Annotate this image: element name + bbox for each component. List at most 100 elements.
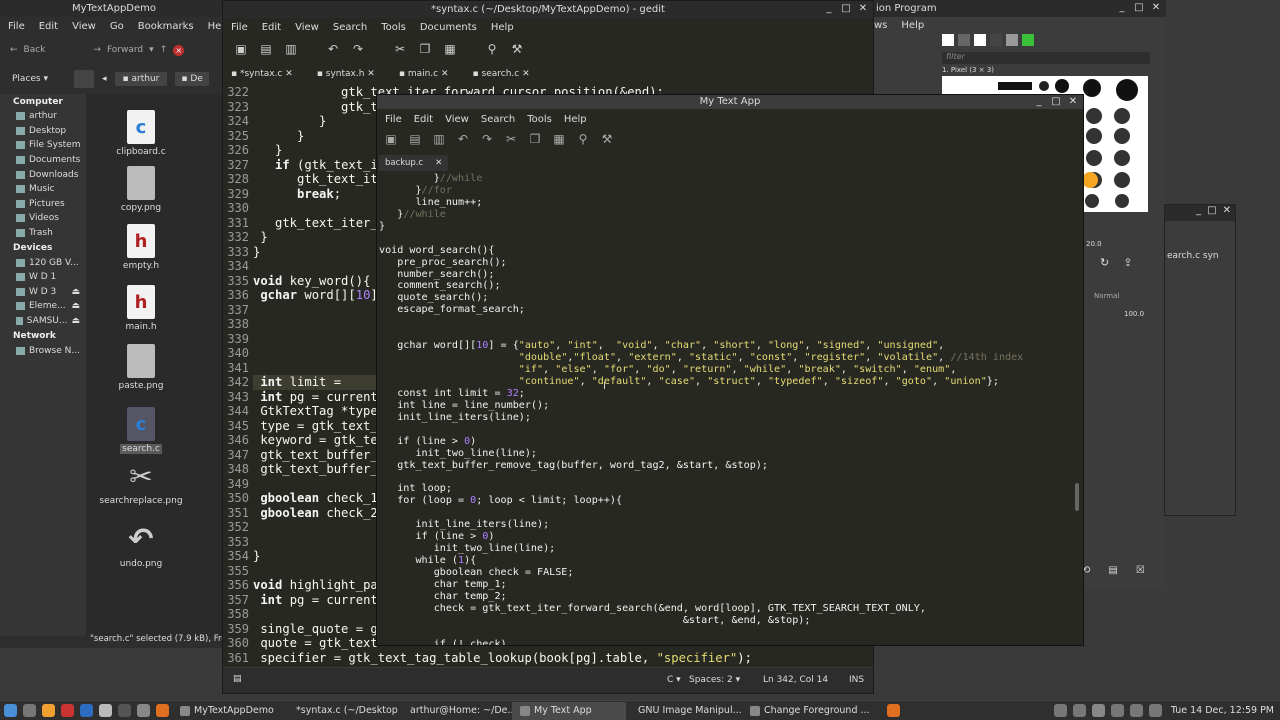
refresh-icon[interactable]: ↻	[1100, 256, 1109, 269]
search-icon[interactable]: ⚲	[575, 131, 591, 147]
file-item-selected[interactable]: c search.c	[86, 407, 196, 454]
sidebar-item-documents[interactable]: Documents	[0, 153, 86, 168]
undo-icon[interactable]: ↶	[455, 131, 471, 147]
swatch-dark[interactable]	[990, 34, 1002, 46]
save-icon[interactable]: ▥	[431, 131, 447, 147]
sidebar-item-downloads[interactable]: Downloads	[0, 167, 86, 182]
volume-icon[interactable]	[1129, 704, 1143, 717]
tray-icon-1[interactable]	[1053, 704, 1067, 717]
search-replace-icon[interactable]: ⚒	[509, 41, 525, 57]
file-item[interactable]: h main.h	[86, 285, 196, 332]
files-icon[interactable]	[137, 704, 150, 717]
back-arrow-icon[interactable]: ←	[10, 45, 18, 55]
path-crumb-arthur[interactable]: ▪ arthur	[114, 72, 168, 86]
close-icon[interactable]: ✕	[1067, 96, 1079, 108]
mytextapp-code-editor[interactable]: }//while }//for line_num++; }//while} voi…	[379, 173, 1071, 645]
file-item[interactable]: h empty.h	[86, 224, 196, 271]
search-replace-icon[interactable]: ⚒	[599, 131, 615, 147]
gedit-menu-view[interactable]: View	[295, 22, 319, 33]
new-file-icon[interactable]: ▣	[233, 41, 249, 57]
mta-menu-file[interactable]: File	[385, 114, 402, 125]
sidebar-item-arthur[interactable]: arthur	[0, 109, 86, 124]
paste-icon[interactable]: ▦	[442, 41, 458, 57]
path-crumb-desktop[interactable]: ▪ De	[175, 72, 209, 86]
terminal-icon[interactable]	[118, 704, 131, 717]
tab-close-icon[interactable]: ✕	[522, 69, 530, 79]
home-icon[interactable]	[74, 70, 95, 88]
eject-icon[interactable]: ⏏	[71, 316, 80, 326]
file-item[interactable]: copy.png	[86, 166, 196, 213]
back-button[interactable]: Back	[24, 45, 46, 55]
sidebar-item-videos[interactable]: Videos	[0, 211, 86, 226]
clock[interactable]: Tue 14 Dec, 12:59 PM	[1165, 705, 1280, 716]
fm-menu-file[interactable]: File	[8, 21, 25, 32]
close-icon[interactable]: ✕	[1223, 205, 1231, 221]
sidebar-network-browse[interactable]: Browse N...	[0, 343, 86, 358]
fm-menu-bookmarks[interactable]: Bookmarks	[138, 21, 194, 32]
maximize-icon[interactable]: □	[1207, 205, 1216, 221]
tab-main-c[interactable]: ▪ main.c ✕	[399, 69, 449, 79]
browser-icon[interactable]	[61, 704, 74, 717]
swatch-white[interactable]	[974, 34, 986, 46]
gimp-menu-windows[interactable]: ws	[874, 20, 887, 31]
gimp-menu-help[interactable]: Help	[901, 20, 924, 31]
taskbar-item-foreground[interactable]: Change Foreground ...	[742, 702, 884, 720]
path-left-icon[interactable]: ◂	[102, 74, 107, 84]
gimp-titlebar[interactable]: ion Program _ □ ✕	[872, 0, 1166, 17]
tab-close-icon[interactable]: ✕	[435, 158, 442, 168]
gedit-menu-help[interactable]: Help	[491, 22, 514, 33]
minimize-icon[interactable]: _	[823, 3, 835, 15]
network-icon[interactable]	[1110, 704, 1124, 717]
swatch-gray[interactable]	[958, 34, 970, 46]
media-player-icon[interactable]	[42, 704, 55, 717]
gedit-menu-documents[interactable]: Documents	[420, 22, 477, 33]
sidebar-item-music[interactable]: Music	[0, 182, 86, 197]
eject-icon[interactable]: ⏏	[71, 301, 80, 311]
undo-icon[interactable]: ↶	[325, 41, 341, 57]
swatch-white[interactable]	[942, 34, 954, 46]
open-file-icon[interactable]: ▤	[407, 131, 423, 147]
mta-menu-view[interactable]: View	[445, 114, 469, 125]
new-file-icon[interactable]: ▣	[383, 131, 399, 147]
tab-close-icon[interactable]: ✕	[285, 69, 293, 79]
minimize-icon[interactable]: _	[1196, 205, 1201, 221]
sidebar-device-2[interactable]: W D 1	[0, 270, 86, 285]
gimp-side-titlebar[interactable]: _ □ ✕	[1165, 205, 1235, 221]
search-icon[interactable]: ⚲	[484, 41, 500, 57]
gedit-menu-edit[interactable]: Edit	[262, 22, 281, 33]
tab-backup-c[interactable]: backup.c ✕	[379, 155, 449, 171]
forward-dropdown-icon[interactable]: ▾	[149, 45, 154, 55]
redo-icon[interactable]: ↷	[479, 131, 495, 147]
file-item[interactable]: ✂ searchreplace.png	[86, 459, 196, 507]
open-file-icon[interactable]: ▤	[258, 41, 274, 57]
menu-icon[interactable]	[4, 704, 17, 717]
open-brush-icon[interactable]: ⇪	[1123, 256, 1132, 269]
file-item[interactable]: ↶ undo.png	[86, 522, 196, 570]
gedit-menu-search[interactable]: Search	[333, 22, 367, 33]
sidebar-device-3[interactable]: W D 3 ⏏	[0, 285, 86, 300]
show-desktop-icon[interactable]	[23, 704, 36, 717]
maximize-icon[interactable]: □	[1050, 96, 1062, 108]
places-dropdown[interactable]: Places ▾	[12, 74, 48, 84]
cut-icon[interactable]: ✂	[503, 131, 519, 147]
opacity-value[interactable]: 100.0	[1124, 310, 1144, 318]
file-manager-titlebar[interactable]: MyTextAppDemo	[0, 0, 228, 17]
tray-icon-2[interactable]	[1072, 704, 1086, 717]
forward-arrow-icon[interactable]: →	[93, 45, 101, 55]
mytextapp-titlebar[interactable]: My Text App _ □ ✕	[377, 95, 1083, 109]
gedit-menu-file[interactable]: File	[231, 22, 248, 33]
taskbar-item-gedit[interactable]: *syntax.c (~/Desktop...	[284, 702, 398, 720]
sidebar-device-1[interactable]: 120 GB V...	[0, 255, 86, 270]
minimize-icon[interactable]: _	[1116, 2, 1128, 14]
taskbar-item-mytextapp[interactable]: My Text App	[512, 701, 626, 720]
maximize-icon[interactable]: □	[840, 3, 852, 15]
gedit-titlebar[interactable]: *syntax.c (~/Desktop/MyTextAppDemo) - ge…	[223, 1, 873, 18]
paste-icon[interactable]: ▦	[551, 131, 567, 147]
gedit-menu-tools[interactable]: Tools	[381, 22, 406, 33]
swatch-green[interactable]	[1022, 34, 1034, 46]
close-icon[interactable]: ✕	[1150, 2, 1162, 14]
redo-icon[interactable]: ↷	[350, 41, 366, 57]
brush-filter-input[interactable]: filter	[942, 52, 1150, 64]
file-item[interactable]: paste.png	[86, 344, 196, 391]
taskbar-item-file-manager[interactable]: MyTextAppDemo	[172, 702, 284, 720]
